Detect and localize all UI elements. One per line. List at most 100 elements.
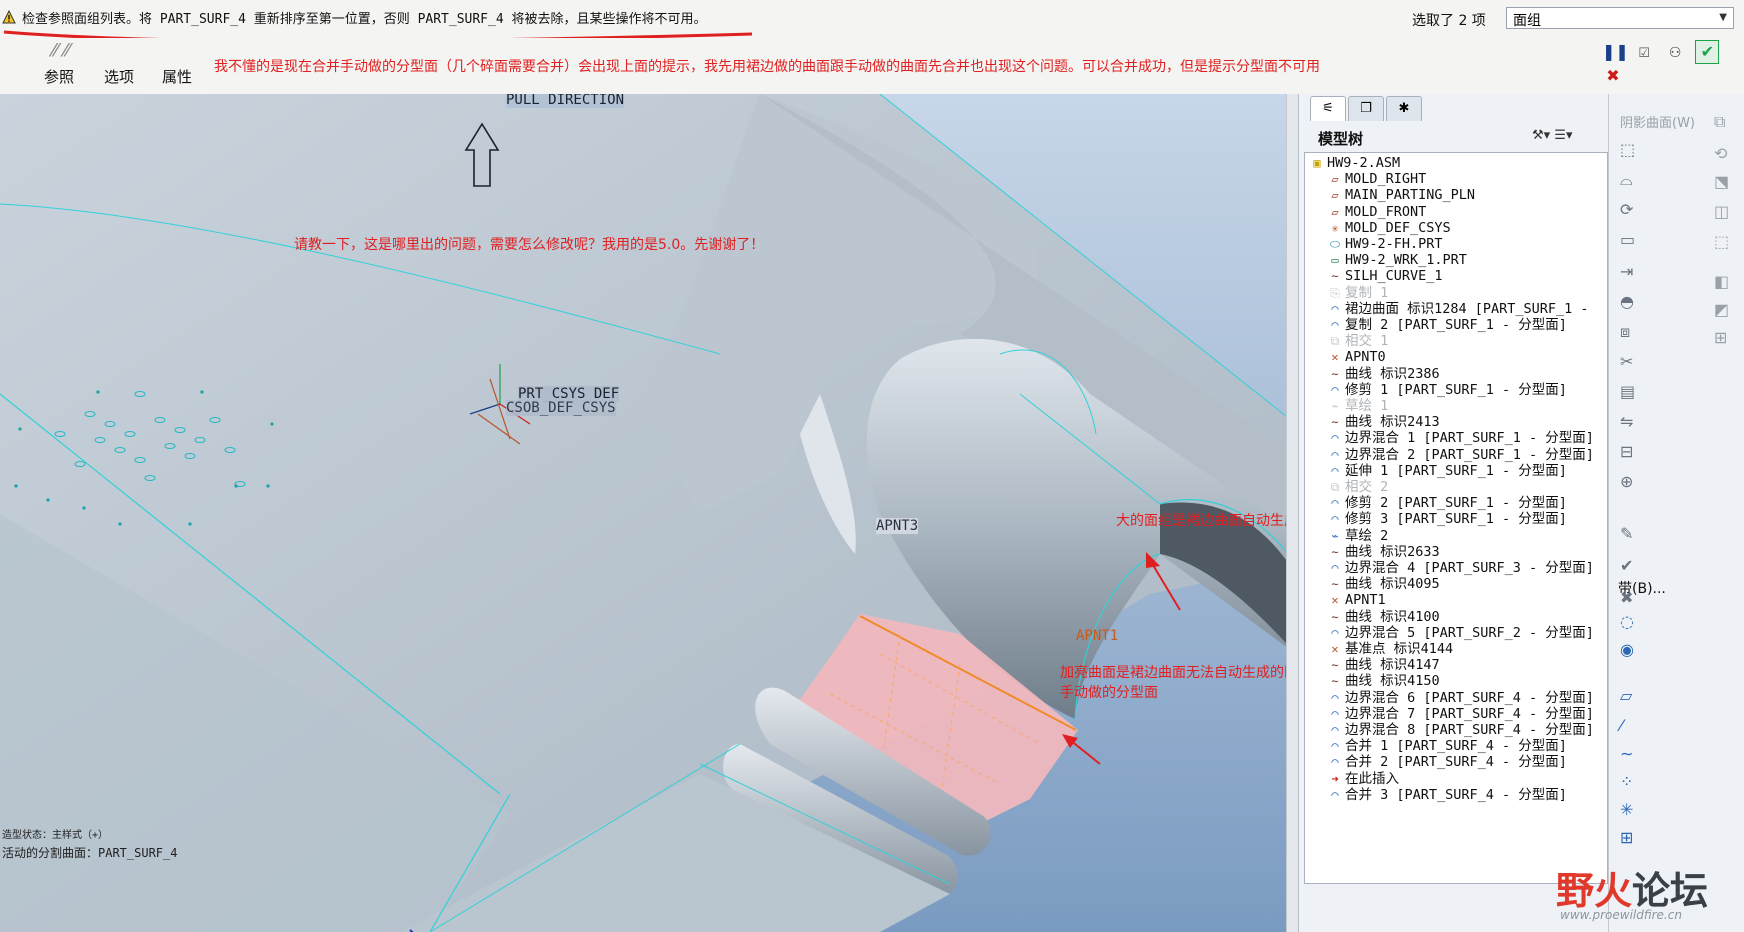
tree-item-label: HW9-2.ASM	[1327, 155, 1401, 171]
dashboard-controls: ❚❚ ☑ ⚇ ✔ ✖	[1598, 40, 1744, 85]
view-icon-e[interactable]: ⬚	[1714, 232, 1729, 251]
note-highlight-line-2: 手动做的分型面	[1060, 685, 1158, 701]
tree-settings-icons[interactable]: ⚒▾ ☰▾	[1532, 128, 1573, 143]
watermark-logo: 野火论坛	[1556, 869, 1709, 913]
graphics-viewport[interactable]: PULL DIRECTION PRT_CSYS_DEF CSOB_DEF_CSY…	[0, 94, 1296, 932]
tree-item-label: MOLD_DEF_CSYS	[1345, 219, 1451, 236]
preview-checkbox-icon[interactable]: ☑	[1633, 43, 1655, 65]
note-big-quilt: 大的面组是裙边曲面自动生成的	[1116, 513, 1296, 529]
tree-item-label: 相交 1	[1345, 333, 1389, 350]
tree-item-label: 复制 2 [PART_SURF_1 - 分型面]	[1345, 317, 1567, 333]
selection-filter-value: 面组	[1513, 13, 1541, 29]
tree-item-label: SILH_CURVE_1	[1345, 268, 1443, 285]
x-icon[interactable]: ✖	[1620, 588, 1633, 607]
tree-item-label: MAIN_PARTING_PLN	[1345, 187, 1476, 204]
note-highlight-line-1: 加亮曲面是裙边曲面无法自动生成的区域	[1060, 665, 1296, 681]
tree-item-label: 草绘 1	[1345, 398, 1389, 414]
plane-tool-icon[interactable]: ▱	[1620, 686, 1632, 705]
blend-icon[interactable]: ◓	[1620, 292, 1634, 311]
extend-icon[interactable]: ⇥	[1620, 262, 1633, 281]
axis-tool-icon[interactable]: ⁄	[1620, 716, 1623, 735]
view-icon-c[interactable]: ⬔	[1714, 172, 1729, 191]
tree-item-label: 曲线 标识4150	[1345, 673, 1440, 690]
view-icon-b[interactable]: ⟲	[1714, 144, 1727, 163]
folder-browser-tab-icon[interactable]: ❐	[1348, 96, 1384, 121]
glasses-preview-icon[interactable]: ⚇	[1664, 42, 1686, 64]
note-question: 请教一下，这是哪里出的问题，需要怎么修改呢？我用的是5.0。先谢谢了！	[294, 237, 765, 253]
tab-properties[interactable]: 属性	[162, 66, 192, 87]
tree-item-label: 边界混合 6 [PART_SURF_4 - 分型面]	[1345, 689, 1594, 706]
datum-point-apnt1: APNT1	[1076, 628, 1119, 644]
model-tree-tab-icon[interactable]: ⚟	[1310, 96, 1346, 121]
rotate-icon[interactable]: ⟳	[1620, 200, 1633, 219]
tree-item-label: 边界混合 5 [PART_SURF_2 - 分型面]	[1345, 624, 1594, 641]
curve-tool-icon[interactable]: ∼	[1620, 744, 1633, 763]
tree-item-label: 曲线 标识4100	[1345, 608, 1440, 625]
tree-item-label: 边界混合 4 [PART_SURF_3 - 分型面]	[1345, 560, 1594, 576]
offset-icon[interactable]: ⧈	[1620, 322, 1630, 342]
shade-icon[interactable]: ⬚	[1620, 140, 1635, 159]
tree-item-label: 复制 1	[1345, 284, 1389, 301]
trim-icon[interactable]: ✂	[1620, 352, 1633, 371]
tree-item-label: 合并 1 [PART_SURF_4 - 分型面]	[1345, 738, 1567, 755]
favorites-tab-icon[interactable]: ✱	[1386, 96, 1422, 121]
tree-item-label: 草绘 2	[1345, 527, 1389, 544]
mold-model-render	[0, 94, 1296, 932]
view-icon-a[interactable]: ⧉	[1714, 112, 1725, 132]
surface-icon: ◠	[1331, 787, 1339, 802]
point-tool-icon[interactable]: ⁘	[1620, 772, 1633, 791]
selection-count-label: 选取了 2 项	[1412, 13, 1486, 29]
tree-item-label: 基准点 标识4144	[1345, 641, 1454, 657]
tree-item-label: 修剪 1 [PART_SURF_1 - 分型面]	[1345, 381, 1567, 398]
tree-item-label: 边界混合 8 [PART_SURF_4 - 分型面]	[1345, 722, 1594, 738]
assembly-icon: ▣	[1313, 156, 1321, 170]
pull-direction-label: PULL DIRECTION	[506, 94, 625, 108]
show-icon[interactable]: ◉	[1620, 640, 1634, 659]
mirror-icon[interactable]: ⇋	[1620, 412, 1633, 431]
tree-item-label: MOLD_RIGHT	[1345, 171, 1427, 188]
cancel-x-icon[interactable]: ✖	[1602, 65, 1624, 87]
tree-item-label: 修剪 3 [PART_SURF_1 - 分型面]	[1345, 511, 1567, 528]
tree-item-label: 合并 3 [PART_SURF_4 - 分型面]	[1345, 786, 1567, 803]
tab-options[interactable]: 选项	[104, 66, 134, 87]
tree-item-label: 修剪 2 [PART_SURF_1 - 分型面]	[1345, 495, 1567, 512]
tree-item-label: 相交 2	[1345, 479, 1389, 495]
view-icon-d[interactable]: ◫	[1714, 202, 1729, 221]
tree-item-label: 裙边曲面 标识1284 [PART_SURF_1 -	[1345, 300, 1589, 317]
hide-icon[interactable]: ◌	[1620, 612, 1634, 631]
style-state-status: 造型状态：主样式（+）	[2, 830, 109, 841]
view-icon-f[interactable]: ◧	[1714, 272, 1729, 291]
cut-icon[interactable]: ⊟	[1620, 442, 1633, 461]
csys-tool-icon[interactable]: ✳	[1620, 800, 1633, 819]
shade-surface-label: 阴影曲面(W)	[1620, 116, 1695, 131]
fill-icon[interactable]: ▤	[1620, 382, 1635, 401]
tree-item-label: 曲线 标识2413	[1345, 414, 1440, 431]
merge-icon[interactable]: ⊕	[1620, 472, 1633, 491]
active-split-surface-status: 活动的分割曲面：PART_SURF_4	[2, 846, 178, 860]
view-icon-h[interactable]: ⊞	[1714, 328, 1727, 347]
check-icon[interactable]: ✔	[1620, 556, 1633, 575]
tree-item-label: MOLD_FRONT	[1345, 203, 1427, 220]
tree-item-label: APNT1	[1345, 592, 1386, 609]
tree-item-label: APNT0	[1345, 349, 1386, 366]
analysis-tool-icon[interactable]: ⊞	[1620, 828, 1633, 847]
tree-item-label: 边界混合 1 [PART_SURF_1 - 分型面]	[1345, 430, 1594, 447]
sweep-icon[interactable]: ⌓	[1620, 170, 1633, 190]
tree-item-label: 延伸 1 [PART_SURF_1 - 分型面]	[1345, 462, 1567, 479]
tree-item-label: 在此插入	[1345, 770, 1399, 787]
tree-item-label: 曲线 标识2633	[1345, 543, 1440, 560]
tree-item-label: 边界混合 7 [PART_SURF_4 - 分型面]	[1345, 705, 1594, 722]
pause-icon[interactable]: ❚❚	[1602, 41, 1629, 63]
flat-icon[interactable]: ▭	[1620, 230, 1635, 249]
datum-point-apnt3: APNT3	[876, 518, 919, 534]
accept-checkmark-icon[interactable]: ✔	[1695, 40, 1720, 64]
tree-item-label: 曲线 标识2386	[1345, 365, 1440, 382]
tree-item[interactable]: ◠ 合并 3 [PART_SURF_4 - 分型面]	[1327, 786, 1567, 804]
view-icon-g[interactable]: ◩	[1714, 300, 1729, 319]
selection-filter-dropdown[interactable]: 面组 ▼	[1506, 7, 1734, 29]
edit-icon[interactable]: ✎	[1620, 524, 1633, 543]
chevron-down-icon: ▼	[1719, 12, 1727, 23]
tab-references[interactable]: 参照	[44, 66, 74, 87]
csys-label-mold: CSOB_DEF_CSYS	[506, 400, 616, 416]
tree-item-label: 曲线 标识4095	[1345, 576, 1440, 593]
